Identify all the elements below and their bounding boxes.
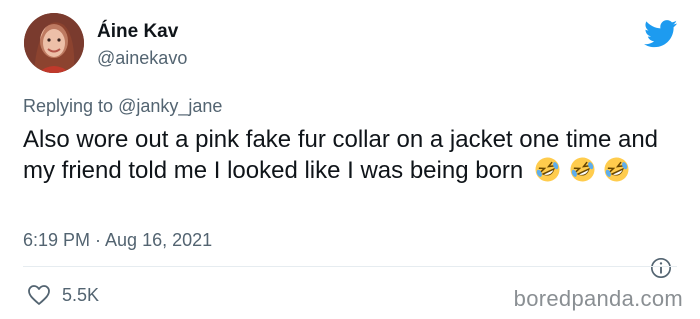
tweet-timestamp[interactable]: 6:19 PM · Aug 16, 2021 [23, 230, 212, 251]
rolling-on-floor-laughing-icon [535, 157, 560, 182]
display-name[interactable]: Áine Kav [97, 21, 178, 43]
reply-handle-link[interactable]: @janky_jane [118, 96, 222, 116]
divider [23, 266, 677, 267]
replying-to: Replying to @janky_jane [23, 96, 222, 117]
emoji-group [534, 156, 631, 191]
like-count[interactable]: 5.5K [62, 285, 99, 306]
heart-icon[interactable] [27, 284, 51, 306]
avatar[interactable] [24, 13, 84, 73]
info-icon[interactable] [650, 257, 672, 279]
rolling-on-floor-laughing-icon [604, 157, 629, 182]
twitter-bird-icon[interactable] [644, 20, 678, 48]
tweet-card: Áine Kav @ainekavo Replying to @janky_ja… [0, 0, 700, 319]
user-handle[interactable]: @ainekavo [97, 48, 187, 69]
watermark: boredpanda.com [513, 286, 683, 311]
rolling-on-floor-laughing-icon [570, 157, 595, 182]
replying-to-label: Replying to [23, 96, 119, 116]
tweet-text: Also wore out a pink fake fur collar on … [23, 124, 683, 191]
